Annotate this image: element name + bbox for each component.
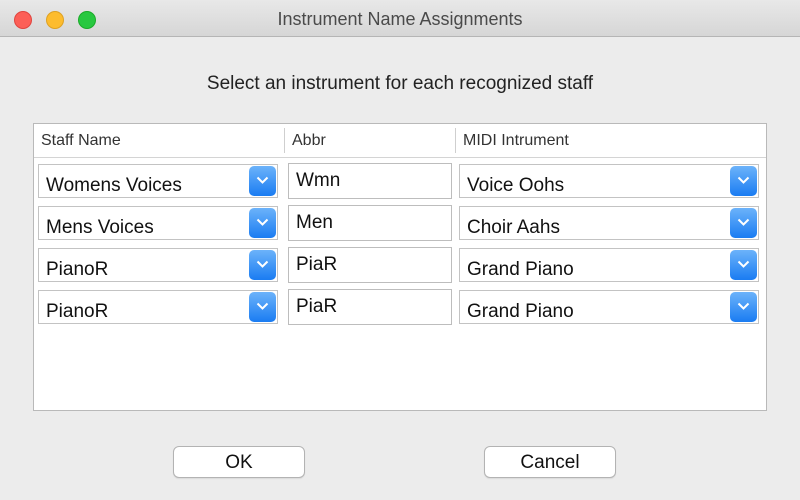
column-header-midi-instrument[interactable]: MIDI Intrument: [456, 124, 766, 157]
cancel-button[interactable]: Cancel: [484, 446, 616, 478]
ok-button[interactable]: OK: [173, 446, 305, 478]
midi-instrument-combo[interactable]: Choir Aahs: [459, 206, 759, 240]
midi-instrument-combo[interactable]: Grand Piano: [459, 248, 759, 282]
chevron-down-icon[interactable]: [730, 166, 757, 196]
chevron-down-icon[interactable]: [730, 292, 757, 322]
chevron-down-icon[interactable]: [249, 292, 276, 322]
chevron-down-icon[interactable]: [249, 166, 276, 196]
midi-instrument-value: Grand Piano: [467, 259, 574, 280]
header-divider: [34, 157, 766, 158]
dialog-prompt: Select an instrument for each recognized…: [206, 73, 594, 94]
staff-name-combo[interactable]: PianoR: [38, 290, 278, 324]
window-title: Instrument Name Assignments: [277, 9, 523, 29]
staff-name-value: Mens Voices: [46, 217, 154, 238]
column-header-abbr[interactable]: Abbr: [285, 124, 455, 157]
chevron-down-icon[interactable]: [730, 208, 757, 238]
abbr-field[interactable]: PiaR: [288, 247, 452, 283]
staff-assignment-table: Staff Name Abbr MIDI Intrument Womens Vo…: [33, 123, 767, 411]
staff-name-value: Womens Voices: [46, 175, 182, 196]
abbr-field[interactable]: Wmn: [288, 163, 452, 199]
midi-instrument-value: Choir Aahs: [467, 217, 560, 238]
midi-instrument-value: Grand Piano: [467, 301, 574, 322]
midi-instrument-combo[interactable]: Grand Piano: [459, 290, 759, 324]
title-bar: Instrument Name Assignments: [0, 0, 800, 37]
staff-name-combo[interactable]: PianoR: [38, 248, 278, 282]
staff-name-combo[interactable]: Womens Voices: [38, 164, 278, 198]
staff-name-combo[interactable]: Mens Voices: [38, 206, 278, 240]
chevron-down-icon[interactable]: [730, 250, 757, 280]
midi-instrument-value: Voice Oohs: [467, 175, 565, 196]
abbr-field[interactable]: PiaR: [288, 289, 452, 325]
column-header-staff-name[interactable]: Staff Name: [34, 124, 284, 157]
staff-name-value: PianoR: [46, 259, 109, 280]
abbr-field[interactable]: Men: [288, 205, 452, 241]
chevron-down-icon[interactable]: [249, 208, 276, 238]
staff-name-value: PianoR: [46, 301, 109, 322]
midi-instrument-combo[interactable]: Voice Oohs: [459, 164, 759, 198]
chevron-down-icon[interactable]: [249, 250, 276, 280]
